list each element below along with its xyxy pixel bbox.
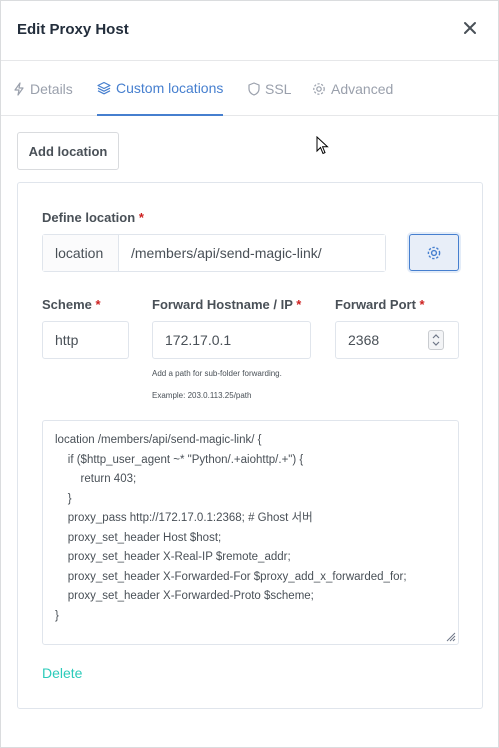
edit-proxy-host-dialog: Edit Proxy Host Details Custom locations… <box>0 0 499 748</box>
location-settings-button[interactable] <box>409 234 459 271</box>
resize-handle-icon[interactable] <box>444 629 456 642</box>
required-mark: * <box>95 297 101 312</box>
scheme-label: Scheme * <box>42 297 101 312</box>
tab-ssl-label: SSL <box>265 80 292 97</box>
layers-icon <box>97 81 111 94</box>
define-location-label: Define location * <box>42 210 144 225</box>
location-prefix: location <box>43 235 119 271</box>
define-location-text: Define location <box>42 210 136 225</box>
tab-details-label: Details <box>30 80 73 97</box>
advanced-config-textarea[interactable]: location /members/api/send-magic-link/ {… <box>42 420 459 645</box>
scheme-input[interactable] <box>42 321 129 359</box>
tab-custom-locations-label: Custom locations <box>116 79 224 96</box>
port-stepper[interactable] <box>428 330 444 350</box>
add-location-button[interactable]: Add location <box>17 132 119 170</box>
hostname-hint: Add a path for sub-folder forwarding. <box>152 369 282 378</box>
forward-hostname-input[interactable] <box>152 321 311 359</box>
gear-icon <box>427 246 441 259</box>
tab-bar: Details Custom locations SSL Advanced <box>1 61 498 116</box>
tab-details[interactable]: Details <box>13 61 73 116</box>
delete-location-link[interactable]: Delete <box>42 665 82 681</box>
forward-port-label: Forward Port * <box>335 297 425 312</box>
gear-icon <box>313 82 325 95</box>
chevron-updown-icon <box>432 334 440 346</box>
bolt-icon <box>14 81 24 96</box>
forward-hostname-label-text: Forward Hostname / IP <box>152 297 293 312</box>
required-mark: * <box>296 297 302 312</box>
location-card: Define location * location Scheme * Forw… <box>17 182 483 709</box>
required-mark: * <box>138 210 144 225</box>
mouse-cursor-icon <box>316 135 330 156</box>
dialog-title: Edit Proxy Host <box>17 21 129 38</box>
hostname-example: Example: 203.0.113.25/path <box>152 391 252 400</box>
tab-advanced-label: Advanced <box>331 80 394 97</box>
forward-port-label-text: Forward Port <box>335 297 416 312</box>
close-icon[interactable] <box>460 18 480 38</box>
location-path-input[interactable] <box>119 235 385 271</box>
tab-ssl[interactable]: SSL <box>248 61 291 116</box>
dialog-header: Edit Proxy Host <box>1 1 498 61</box>
forward-hostname-label: Forward Hostname / IP * <box>152 297 301 312</box>
tab-custom-locations[interactable]: Custom locations <box>97 61 224 116</box>
shield-icon <box>248 81 260 96</box>
location-path-group: location <box>42 234 386 272</box>
tab-advanced[interactable]: Advanced <box>312 61 393 116</box>
required-mark: * <box>419 297 425 312</box>
scheme-label-text: Scheme <box>42 297 92 312</box>
